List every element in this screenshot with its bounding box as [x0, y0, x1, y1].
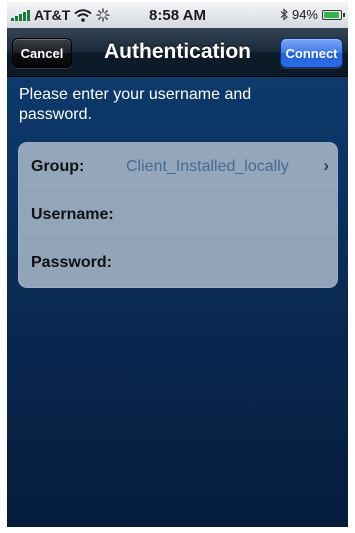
navigation-bar: Cancel Authentication Connect — [7, 28, 348, 77]
instruction-text: Please enter your username and password. — [19, 86, 252, 123]
username-field[interactable] — [126, 203, 327, 229]
username-label: Username: — [31, 206, 114, 223]
chevron-right-icon: › — [323, 156, 329, 175]
group-row[interactable]: Group: Client_Installed_locally › — [19, 143, 337, 191]
status-bar: AT&T 8:58 AM 94% — [7, 2, 348, 28]
group-value: Client_Installed_locally — [126, 158, 289, 175]
content-area: Please enter your username and password.… — [7, 77, 348, 527]
battery-fill — [324, 11, 340, 18]
connect-button[interactable]: Connect — [280, 38, 343, 68]
credentials-group: Group: Client_Installed_locally › Userna… — [18, 142, 338, 288]
phone-screen: AT&T 8:58 AM 94% Cancel Authentication C… — [7, 2, 348, 527]
password-field[interactable] — [126, 251, 327, 277]
battery-percent: 94% — [291, 7, 318, 22]
group-label: Group: — [31, 158, 85, 175]
bluetooth-icon — [280, 8, 288, 21]
password-label: Password: — [31, 254, 112, 271]
battery-icon — [322, 9, 345, 20]
status-bar-right: 94% — [280, 7, 345, 22]
username-row: Username: — [19, 191, 337, 239]
password-row: Password: — [19, 239, 337, 287]
